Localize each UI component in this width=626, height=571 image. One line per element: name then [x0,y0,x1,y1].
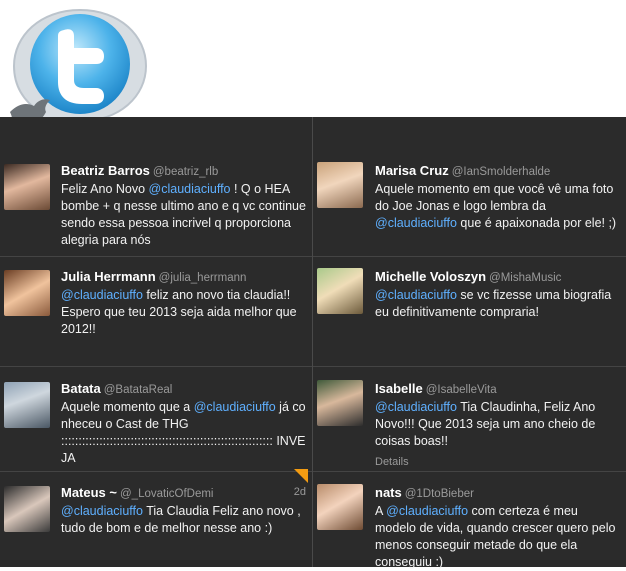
mention-link[interactable]: @claudiaciuffo [61,504,143,518]
author-handle[interactable]: @julia_herrmann [159,272,247,284]
mention-link[interactable]: @claudiaciuffo [375,216,457,230]
author-name[interactable]: Beatriz Barros [61,163,150,178]
tweet-card: 2d Mateus ~ @_LovaticOfDemi @claudiaciuff… [0,469,312,562]
author-name[interactable]: nats [375,485,402,500]
avatar[interactable] [4,382,50,428]
row-divider [0,471,312,472]
author-handle[interactable]: @IsabelleVita [426,384,497,396]
author-handle[interactable]: @_LovaticOfDemi [120,488,213,500]
mention-link[interactable]: @claudiaciuffo [375,288,457,302]
avatar[interactable] [317,162,363,208]
favorite-corner [294,469,308,483]
row-divider [313,366,626,367]
tweet-text: Feliz Ano Novo [61,182,149,196]
mention-link[interactable]: @claudiaciuffo [194,400,276,414]
author-handle[interactable]: @1DtoBieber [405,488,474,500]
tweet-card: Marisa Cruz @IanSmolderhalde Aquele momen… [313,160,626,250]
mention-link[interactable]: @claudiaciuffo [149,182,231,196]
row-divider [313,471,626,472]
avatar[interactable] [317,380,363,426]
tweet-text: Aquele momento que a [61,400,194,414]
mention-link[interactable]: @claudiaciuffo [375,400,457,414]
author-handle[interactable]: @MishaMusic [489,272,561,284]
tweet-card: Batata @BatataReal Aquele momento que a @… [0,378,312,468]
avatar[interactable] [317,268,363,314]
author-name[interactable]: Mateus ~ [61,485,117,500]
avatar[interactable] [317,484,363,530]
author-handle[interactable]: @BatataReal [104,384,173,396]
row-divider [313,256,626,257]
tweet-card: nats @1DtoBieber A @claudiaciuffo com cer… [313,482,626,569]
author-name[interactable]: Isabelle [375,381,423,396]
tweet-text: Aquele momento em que você vê uma foto d… [375,182,617,213]
author-name[interactable]: Julia Herrmann [61,269,156,284]
mention-link[interactable]: @claudiaciuffo [61,288,143,302]
details-link[interactable]: Details [375,454,621,471]
avatar[interactable] [4,270,50,316]
author-handle[interactable]: @beatriz_rlb [153,166,218,178]
row-divider [0,366,312,367]
avatar[interactable] [4,164,50,210]
tweet-text: A [375,504,387,518]
tweet-text: que é apaixonada por ele! ;) [456,216,617,230]
tweet-card: Julia Herrmann @julia_herrmann @claudiaci… [0,266,312,356]
tweet-card: Beatriz Barros @beatriz_rlb Feliz Ano Nov… [0,160,312,250]
author-name[interactable]: Marisa Cruz [375,163,449,178]
tweet-timestamp[interactable]: 2d [294,484,306,501]
author-name[interactable]: Batata [61,381,101,396]
avatar[interactable] [4,486,50,532]
mention-link[interactable]: @claudiaciuffo [386,504,468,518]
author-handle[interactable]: @IanSmolderhalde [452,166,551,178]
tweet-card: Isabelle @IsabelleVita @claudiaciuffo Tia… [313,378,626,468]
row-divider [0,256,312,257]
author-name[interactable]: Michelle Voloszyn [375,269,486,284]
tweet-card: Michelle Voloszyn @MishaMusic @claudiaciu… [313,266,626,356]
